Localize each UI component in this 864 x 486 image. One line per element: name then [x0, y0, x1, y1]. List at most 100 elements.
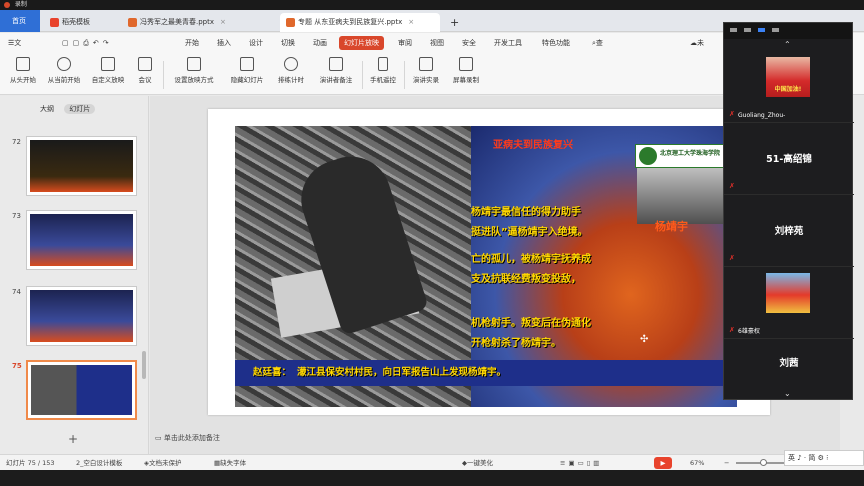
taskbar — [0, 470, 864, 486]
beautify-button[interactable]: ◆ 一键美化 — [462, 455, 493, 471]
record-icon — [4, 1, 10, 8]
thumbnail-number: 72 — [12, 138, 21, 146]
participant-tile[interactable]: 中国加油! ✗ Guoliang_Zhou- — [724, 51, 854, 123]
mic-muted-icon: ✗ — [729, 254, 735, 262]
sidebar-scrollbar[interactable] — [142, 351, 146, 379]
monitor-icon — [16, 57, 30, 71]
menu-item-transition[interactable]: 切换 — [281, 33, 295, 53]
ime-toolbar[interactable]: 英 ♪ · 简 ⚙ ⁝ — [784, 450, 864, 466]
menu-item-devtools[interactable]: 开发工具 — [494, 33, 522, 53]
grid-view-icon[interactable] — [758, 28, 765, 32]
screen-record-icon — [459, 57, 473, 71]
menu-item-design[interactable]: 设计 — [249, 33, 263, 53]
university-logo: 北京理工大学珠海学院 — [635, 144, 735, 168]
menu-search[interactable]: ⌕ 查找 — [592, 33, 603, 67]
phone-remote-button[interactable]: 手机遥控 — [366, 57, 400, 84]
menu-item-view[interactable]: 视图 — [430, 33, 444, 53]
tab-docer[interactable]: 稻壳模板 — [44, 13, 118, 32]
settings-icon — [187, 57, 201, 71]
portrait-photo — [637, 168, 735, 224]
menu-item-start[interactable]: 开始 — [185, 33, 199, 53]
window-control-icon[interactable] — [744, 28, 751, 32]
add-slide-button[interactable]: + — [68, 432, 78, 446]
screen-record-button[interactable]: 屏幕录制 — [448, 57, 484, 84]
meeting-participant-panel: ⌃ 中国加油! ✗ Guoliang_Zhou- 51-高绍锦 ✗ 刘梓苑 ✗ … — [723, 22, 854, 400]
meeting-button[interactable]: 会议 — [132, 57, 158, 84]
tab-home[interactable]: 首页 — [0, 10, 40, 32]
zoom-level[interactable]: 67% — [690, 455, 704, 471]
window-control-icon[interactable] — [730, 28, 737, 32]
window-title: 录制 — [14, 1, 27, 8]
tab-ppt-2[interactable]: 专题 从东亚病夫到民族复兴.pptx × — [280, 13, 440, 32]
slide-thumbnail-panel: 大纲 幻灯片 72 73 74 75 + — [0, 96, 149, 454]
portrait-name: 杨靖宇 — [655, 220, 688, 233]
docer-icon — [50, 17, 59, 27]
setup-show-button[interactable]: 设置放映方式 — [168, 57, 220, 84]
play-from-current-button[interactable]: 从当前开始 — [44, 57, 84, 84]
zoom-slider-handle[interactable] — [760, 459, 767, 466]
ribbon-divider — [163, 61, 164, 89]
slide-title: 亚病夫到民族复兴 — [493, 140, 573, 151]
speaker-notes-button[interactable]: 演讲者备注 — [314, 57, 358, 84]
rehearse-timings-button[interactable]: 排练计时 — [272, 57, 310, 84]
ppt-file-icon — [286, 17, 295, 27]
menu-item-security[interactable]: 安全 — [462, 33, 476, 53]
menu-file[interactable]: ☰ 文件 — [8, 33, 21, 67]
slide-text-line: 杨靖宇最信任的得力助手 — [471, 207, 581, 218]
participant-tile[interactable]: 51-高绍锦 ✗ — [724, 123, 854, 195]
window-control-icon[interactable] — [772, 28, 779, 32]
template-name[interactable]: 2_空白设计模板 — [76, 455, 122, 471]
play-slideshow-button[interactable]: ▶ — [654, 457, 672, 469]
slide-thumbnail[interactable] — [26, 360, 137, 420]
cloud-sync-status[interactable]: ☁ 未同步 — [690, 33, 704, 87]
tab-ppt-1[interactable]: 冯秀军之最美青春.pptx × — [122, 13, 278, 32]
participant-name: 51-高绍锦 — [766, 154, 812, 165]
participant-name: 刘梓苑 — [774, 226, 804, 237]
slide-thumbnail[interactable] — [26, 210, 137, 270]
view-mode-icons[interactable]: ≡▣▭▯▥ — [560, 455, 602, 471]
slide-content: 亚病夫到民族复兴 北京理工大学珠海学院 杨靖宇 杨靖宇最信任的得力助手 挺进队”… — [235, 126, 737, 407]
thumbnail-number: 73 — [12, 212, 21, 220]
slide-page[interactable]: 亚病夫到民族复兴 北京理工大学珠海学院 杨靖宇 杨靖宇最信任的得力助手 挺进队”… — [208, 109, 770, 415]
tab-close-icon[interactable]: × — [408, 18, 414, 26]
doc-protect-status[interactable]: ◈ 文档未保护 — [144, 455, 182, 471]
missing-font-status[interactable]: ▦ 缺失字体 — [214, 455, 246, 471]
status-bar: 幻灯片 75 / 153 2_空白设计模板 ◈ 文档未保护 ▦ 缺失字体 ◆ 一… — [0, 454, 864, 470]
university-seal-icon — [639, 147, 657, 165]
menu-item-animation[interactable]: 动画 — [313, 33, 327, 53]
menu-item-special[interactable]: 特色功能 — [542, 33, 570, 53]
zoom-out-button[interactable]: − — [724, 455, 729, 471]
hide-slide-button[interactable]: 隐藏幻灯片 — [226, 57, 268, 84]
slide-thumbnail[interactable] — [26, 286, 137, 346]
tab-outline[interactable]: 大纲 — [40, 105, 54, 113]
scroll-down-icon[interactable]: ⌄ — [784, 389, 791, 398]
tab-close-icon[interactable]: × — [220, 18, 226, 26]
hide-slide-icon — [240, 57, 254, 71]
scroll-up-icon[interactable]: ⌃ — [784, 40, 791, 49]
thumbnail-number: 74 — [12, 288, 21, 296]
meeting-icon — [138, 57, 152, 71]
new-tab-button[interactable]: + — [444, 13, 462, 32]
participant-tile[interactable]: 刘梓苑 ✗ — [724, 195, 854, 267]
notes-area[interactable]: ▭ 单击此处添加备注 — [155, 433, 220, 443]
mouse-cursor-icon: ✣ — [640, 334, 649, 345]
participant-name: Guoliang_Zhou- — [738, 112, 786, 119]
play-from-start-button[interactable]: 从头开始 — [6, 57, 40, 84]
slide-thumbnail[interactable] — [26, 136, 137, 196]
menu-item-slideshow[interactable]: 幻灯片放映 — [339, 36, 384, 50]
participant-avatar: 中国加油! — [766, 57, 810, 97]
thumbnail-number: 75 — [12, 362, 22, 370]
slide-text-line: 挺进队”逼杨靖宇入绝境。 — [471, 227, 588, 238]
menu-item-review[interactable]: 审阅 — [398, 33, 412, 53]
phone-icon — [378, 57, 388, 71]
ribbon-divider — [362, 61, 363, 89]
tab-slides[interactable]: 幻灯片 — [64, 104, 96, 114]
participant-avatar — [766, 273, 810, 313]
quick-access-icons[interactable]: ▢▢⎙↶↷ — [62, 33, 113, 53]
sidebar-tabs: 大纲 幻灯片 — [40, 104, 103, 114]
speech-record-button[interactable]: 演讲实录 — [408, 57, 444, 84]
menu-item-insert[interactable]: 插入 — [217, 33, 231, 53]
custom-show-button[interactable]: 自定义放映 — [88, 57, 128, 84]
participant-name: 刘茜 — [779, 358, 799, 369]
custom-show-icon — [101, 57, 115, 71]
